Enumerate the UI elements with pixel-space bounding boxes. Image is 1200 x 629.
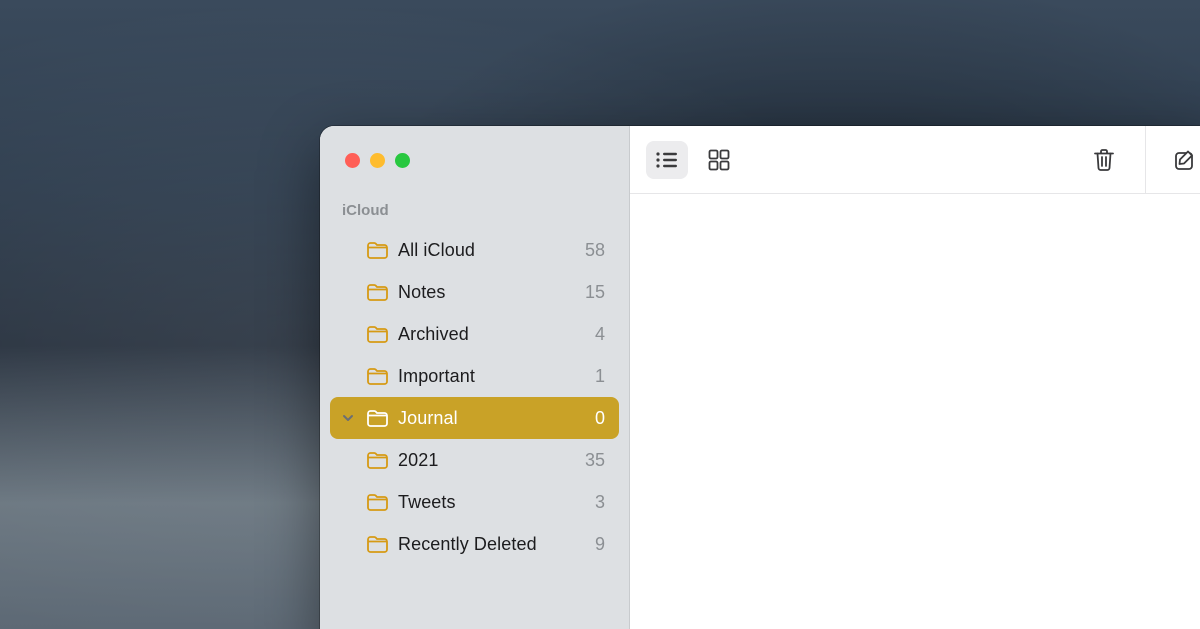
folder-count: 4 bbox=[595, 324, 605, 345]
compose-icon bbox=[1173, 148, 1197, 172]
folder-count: 35 bbox=[585, 450, 605, 471]
new-note-button[interactable] bbox=[1164, 141, 1200, 179]
sidebar-folder-journal[interactable]: Journal 0 bbox=[330, 397, 619, 439]
desktop-background: iCloud All iCloud 58 Notes 15Archived 4 Impor… bbox=[0, 0, 1200, 629]
main-area bbox=[630, 126, 1200, 629]
folder-count: 0 bbox=[595, 408, 605, 429]
folder-count: 58 bbox=[585, 240, 605, 261]
folder-label: Notes bbox=[398, 282, 575, 303]
folder-icon bbox=[366, 407, 388, 429]
folder-icon bbox=[366, 281, 388, 303]
folder-count: 3 bbox=[595, 492, 605, 513]
toolbar bbox=[630, 126, 1200, 194]
folder-label: Recently Deleted bbox=[398, 534, 585, 555]
trash-icon bbox=[1093, 148, 1115, 172]
folder-count: 15 bbox=[585, 282, 605, 303]
delete-button[interactable] bbox=[1083, 141, 1125, 179]
notes-window: iCloud All iCloud 58 Notes 15Archived 4 Impor… bbox=[320, 126, 1200, 629]
sidebar-folder-important[interactable]: Important 1 bbox=[330, 355, 619, 397]
sidebar-folder-notes[interactable]: Notes 15 bbox=[330, 271, 619, 313]
window-minimize-button[interactable] bbox=[370, 153, 385, 168]
notes-content-area bbox=[630, 194, 1200, 629]
sidebar-folder-tweets[interactable]: Tweets 3 bbox=[330, 481, 619, 523]
list-view-icon bbox=[655, 150, 679, 170]
sidebar-folder-list: All iCloud 58 Notes 15Archived 4 Important 1 Jo… bbox=[320, 229, 629, 565]
sidebar-folder-recently-deleted[interactable]: Recently Deleted 9 bbox=[330, 523, 619, 565]
sidebar-folder-archived[interactable]: Archived 4 bbox=[330, 313, 619, 355]
folder-count: 9 bbox=[595, 534, 605, 555]
window-close-button[interactable] bbox=[345, 153, 360, 168]
folder-label: Archived bbox=[398, 324, 585, 345]
folder-label: Journal bbox=[398, 408, 585, 429]
view-gallery-button[interactable] bbox=[698, 141, 740, 179]
folder-label: All iCloud bbox=[398, 240, 575, 261]
sidebar-folder-all-icloud[interactable]: All iCloud 58 bbox=[330, 229, 619, 271]
sidebar: iCloud All iCloud 58 Notes 15Archived 4 Impor… bbox=[320, 126, 630, 629]
folder-icon bbox=[366, 533, 388, 555]
folder-icon bbox=[366, 239, 388, 261]
folder-label: Important bbox=[398, 366, 585, 387]
folder-icon bbox=[366, 491, 388, 513]
toolbar-divider bbox=[1145, 126, 1146, 194]
folder-icon bbox=[366, 365, 388, 387]
chevron-down-icon[interactable] bbox=[340, 412, 356, 424]
view-list-button[interactable] bbox=[646, 141, 688, 179]
gallery-view-icon bbox=[708, 149, 730, 171]
folder-count: 1 bbox=[595, 366, 605, 387]
folder-icon bbox=[366, 449, 388, 471]
folder-label: 2021 bbox=[398, 450, 575, 471]
sidebar-folder-2021[interactable]: 2021 35 bbox=[330, 439, 619, 481]
folder-icon bbox=[366, 323, 388, 345]
window-maximize-button[interactable] bbox=[395, 153, 410, 168]
sidebar-section-title: iCloud bbox=[320, 194, 629, 229]
window-titlebar bbox=[320, 126, 629, 194]
folder-label: Tweets bbox=[398, 492, 585, 513]
